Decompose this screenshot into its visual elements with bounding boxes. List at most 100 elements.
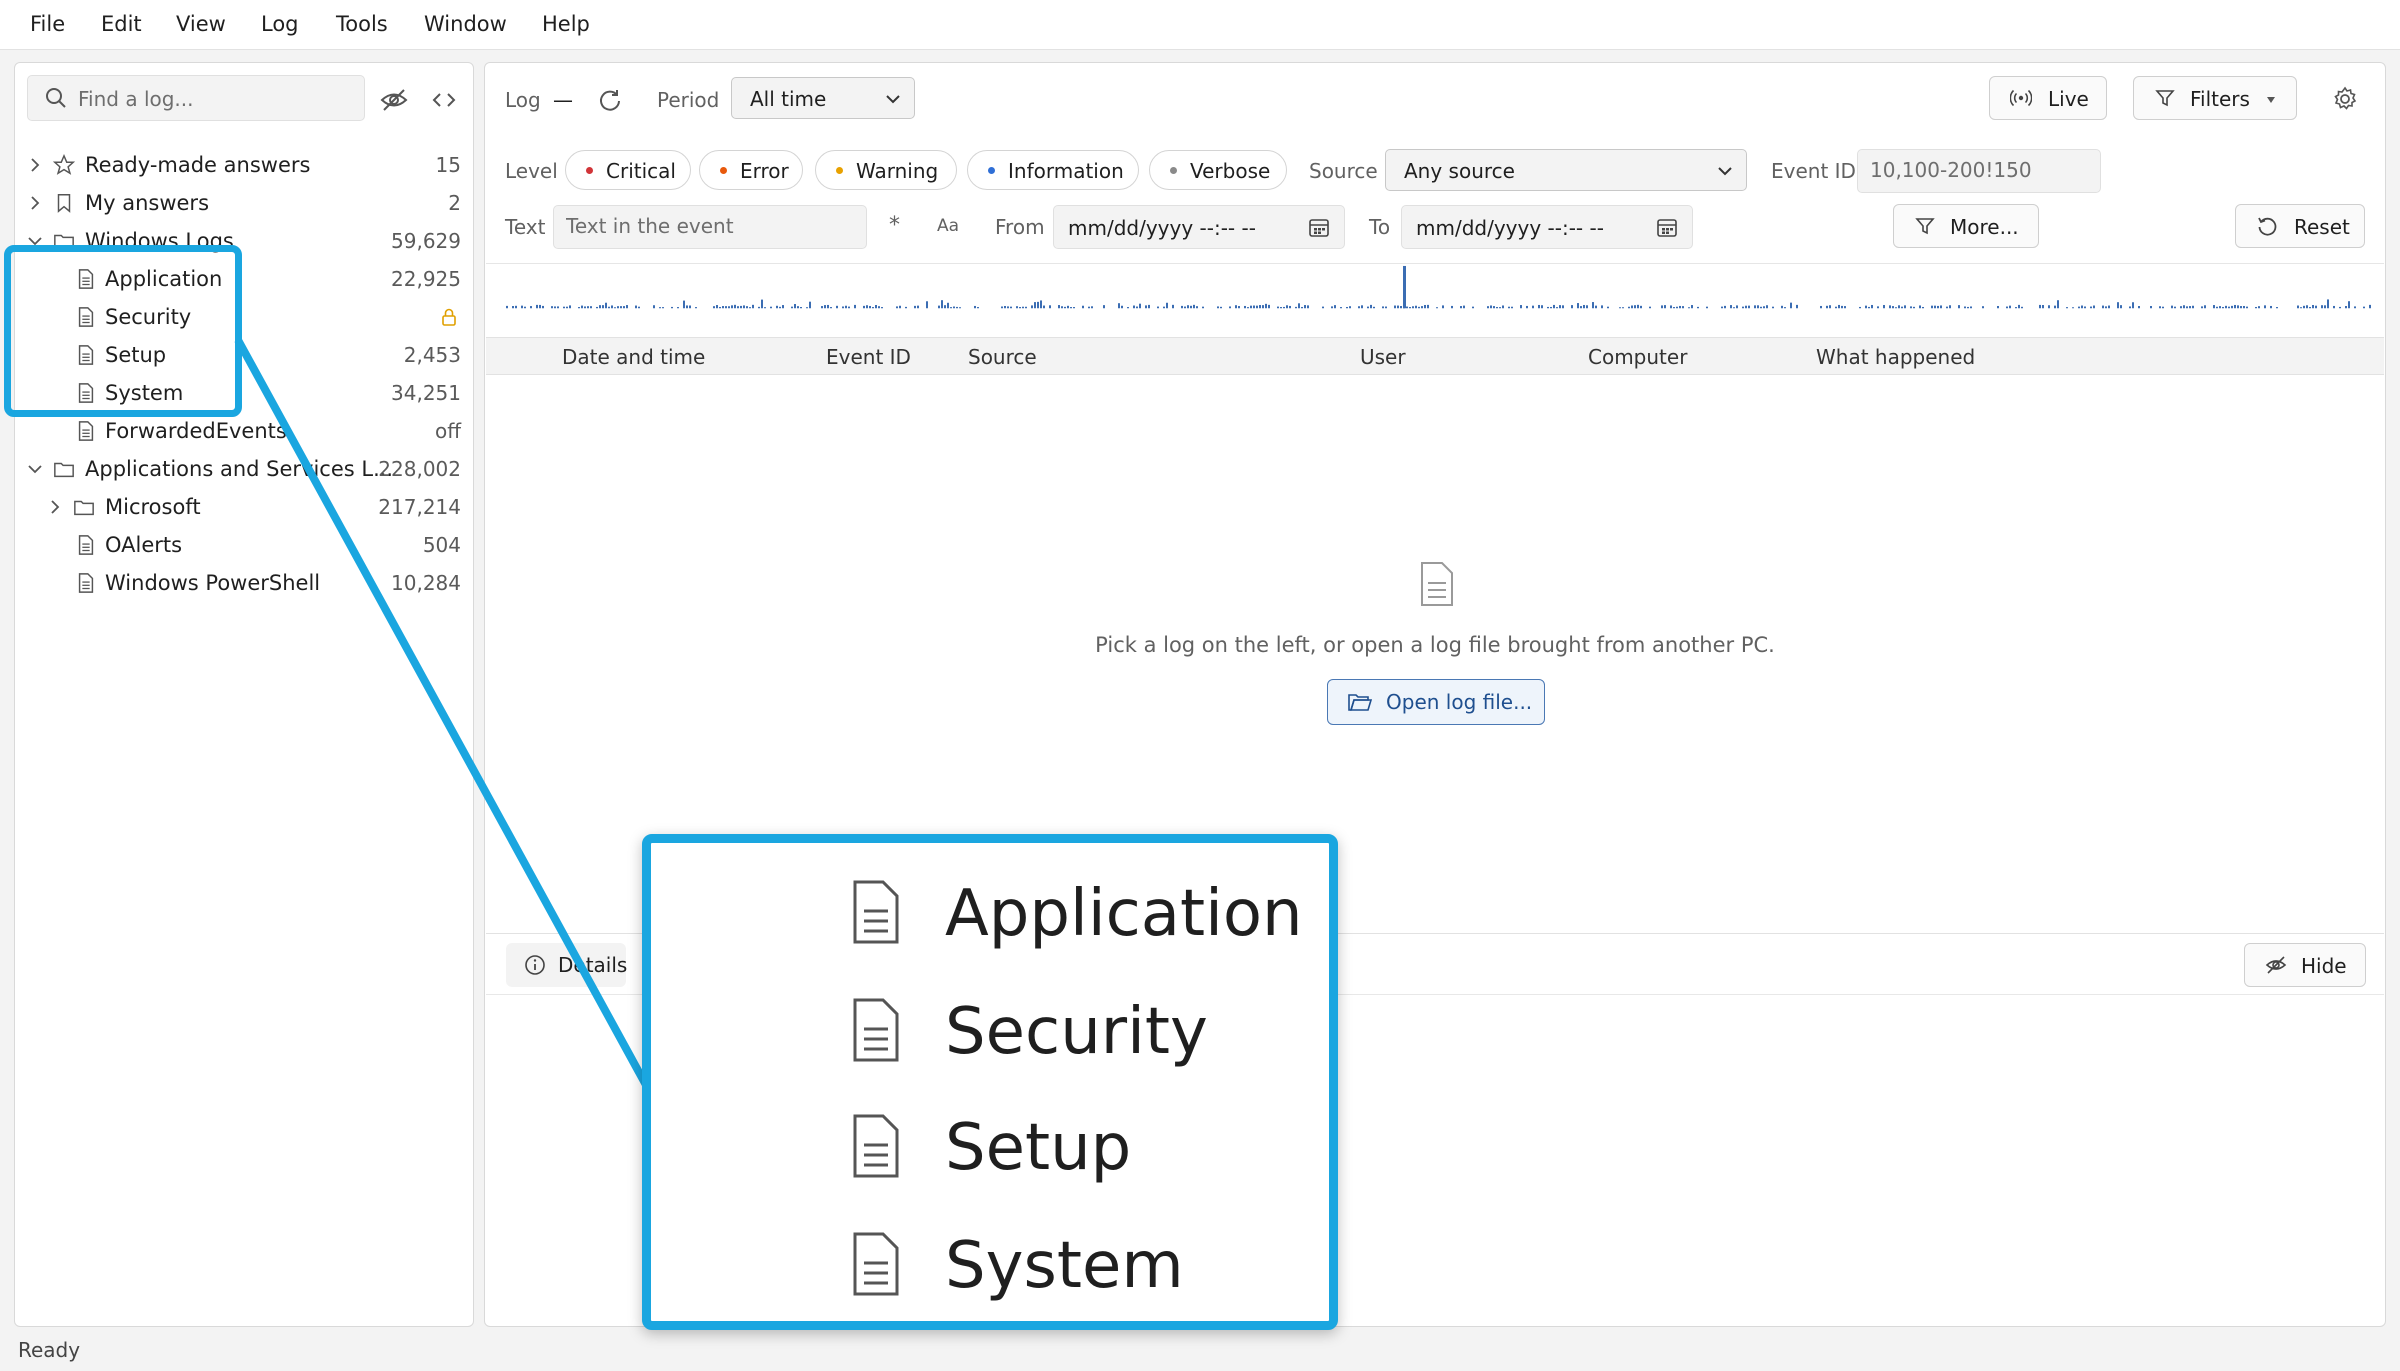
level-chip-error[interactable]: Error — [699, 150, 803, 190]
to-date-field[interactable]: mm/dd/yyyy --:-- -- — [1401, 205, 1693, 249]
tree-item-ready-made-answers[interactable]: Ready-made answers 15 — [15, 147, 473, 183]
histogram-bar — [1586, 305, 1588, 309]
histogram-bar — [731, 305, 733, 309]
histogram-bar — [1301, 306, 1303, 309]
tree-item-count: 10,284 — [391, 571, 461, 595]
menu-log[interactable]: Log — [261, 12, 299, 36]
histogram-bar — [1946, 306, 1948, 309]
chevron-down-icon[interactable] — [25, 459, 45, 479]
histogram-bar — [1772, 306, 1774, 309]
histogram-bar — [1841, 305, 1843, 309]
histogram-bar — [2321, 305, 2323, 309]
live-button[interactable]: Live — [1989, 76, 2107, 120]
filters-label: Filters — [2190, 87, 2250, 111]
event-histogram[interactable] — [486, 263, 2384, 323]
tree-item-forwarded-events[interactable]: ForwardedEvents off — [15, 413, 473, 449]
log-search-input[interactable] — [78, 84, 358, 114]
histogram-bar — [1004, 305, 1006, 309]
source-select[interactable]: Any source — [1385, 149, 1747, 191]
tree-item-oalerts[interactable]: OAlerts 504 — [15, 527, 473, 563]
open-log-file-button[interactable]: Open log file... — [1327, 679, 1545, 725]
calendar-icon[interactable] — [1308, 216, 1330, 238]
histogram-bar — [1145, 305, 1147, 309]
histogram-bar — [1922, 306, 1924, 309]
chevron-right-icon[interactable] — [25, 155, 45, 175]
details-tab[interactable]: Details — [506, 943, 627, 987]
histogram-bar — [746, 306, 748, 309]
event-id-field[interactable] — [1857, 149, 2101, 193]
reset-label: Reset — [2294, 215, 2350, 239]
menu-tools[interactable]: Tools — [336, 12, 388, 36]
hide-details-button[interactable]: Hide — [2244, 943, 2366, 987]
period-select[interactable]: All time — [731, 77, 915, 119]
text-field[interactable] — [553, 205, 867, 249]
histogram-bar — [1259, 305, 1261, 309]
histogram-bar — [2018, 304, 2020, 309]
menu-help[interactable]: Help — [542, 12, 590, 36]
histogram-bar — [881, 307, 883, 309]
histogram-bar — [659, 307, 661, 309]
level-chip-warning[interactable]: Warning — [815, 150, 957, 190]
histogram-bar — [2246, 306, 2248, 309]
hide-empty-icon[interactable] — [379, 85, 409, 115]
histogram-bar — [1997, 305, 1999, 309]
tree-item-windows-powershell[interactable]: Windows PowerShell 10,284 — [15, 565, 473, 601]
histogram-bar — [2171, 305, 2173, 309]
events-table-header: Date and time Event ID Source User Compu… — [486, 337, 2384, 375]
menu-view[interactable]: View — [176, 12, 226, 36]
histogram-bar — [581, 305, 583, 309]
histogram-bar — [1238, 306, 1240, 309]
level-chip-information[interactable]: Information — [967, 150, 1139, 190]
histogram-bar — [1757, 305, 1759, 309]
level-chip-critical[interactable]: Critical — [565, 150, 691, 190]
column-what-happened[interactable]: What happened — [1816, 345, 1975, 369]
tree-item-microsoft[interactable]: Microsoft 217,214 — [15, 489, 473, 525]
histogram-bar — [1670, 305, 1672, 309]
histogram-bar — [809, 301, 811, 309]
histogram-bar — [941, 300, 943, 309]
histogram-bar — [2042, 305, 2044, 309]
histogram-bar — [1082, 305, 1084, 309]
histogram-bar — [1025, 306, 1027, 309]
tree-item-applications-and-services[interactable]: Applications and Services L... 228,002 — [15, 451, 473, 487]
histogram-bar — [1919, 305, 1921, 309]
histogram-bar — [2090, 306, 2092, 309]
filter-icon — [2155, 90, 2175, 107]
regex-toggle[interactable]: * — [889, 213, 900, 238]
calendar-icon[interactable] — [1656, 216, 1678, 238]
histogram-bar — [1358, 306, 1360, 309]
column-event-id[interactable]: Event ID — [826, 345, 911, 369]
from-date-field[interactable]: mm/dd/yyyy --:-- -- — [1053, 205, 1345, 249]
chevron-right-icon[interactable] — [25, 193, 45, 213]
tree-item-label: ForwardedEvents — [105, 419, 287, 443]
event-id-input[interactable] — [1870, 158, 2090, 182]
histogram-bar — [743, 305, 745, 309]
column-source[interactable]: Source — [968, 345, 1037, 369]
refresh-icon[interactable] — [597, 87, 623, 113]
zoom-item-label: Security — [945, 995, 1208, 1069]
menu-window[interactable]: Window — [424, 12, 507, 36]
column-user[interactable]: User — [1360, 345, 1406, 369]
tree-item-count: 59,629 — [391, 229, 461, 253]
gear-icon[interactable] — [2331, 85, 2359, 113]
filters-button[interactable]: Filters — [2133, 76, 2297, 120]
column-computer[interactable]: Computer — [1588, 345, 1687, 369]
histogram-bar — [1172, 304, 1174, 309]
column-date-time[interactable]: Date and time — [562, 345, 705, 369]
chevron-down-icon — [886, 95, 900, 104]
critical-dot — [586, 167, 593, 174]
tree-item-my-answers[interactable]: My answers 2 — [15, 185, 473, 221]
match-case-toggle[interactable]: Aa — [937, 216, 959, 236]
menu-bar: File Edit View Log Tools Window Help — [0, 0, 2400, 50]
expand-collapse-icon[interactable] — [429, 85, 459, 115]
histogram-bar — [1538, 304, 1540, 309]
menu-edit[interactable]: Edit — [101, 12, 142, 36]
reset-button[interactable]: Reset — [2235, 204, 2365, 248]
more-filters-button[interactable]: More... — [1893, 204, 2039, 248]
chevron-right-icon[interactable] — [45, 497, 65, 517]
histogram-bar — [2162, 306, 2164, 309]
level-chip-verbose[interactable]: Verbose — [1149, 150, 1287, 190]
histogram-bar — [2264, 305, 2266, 309]
text-input[interactable] — [566, 214, 856, 238]
menu-file[interactable]: File — [30, 12, 65, 36]
